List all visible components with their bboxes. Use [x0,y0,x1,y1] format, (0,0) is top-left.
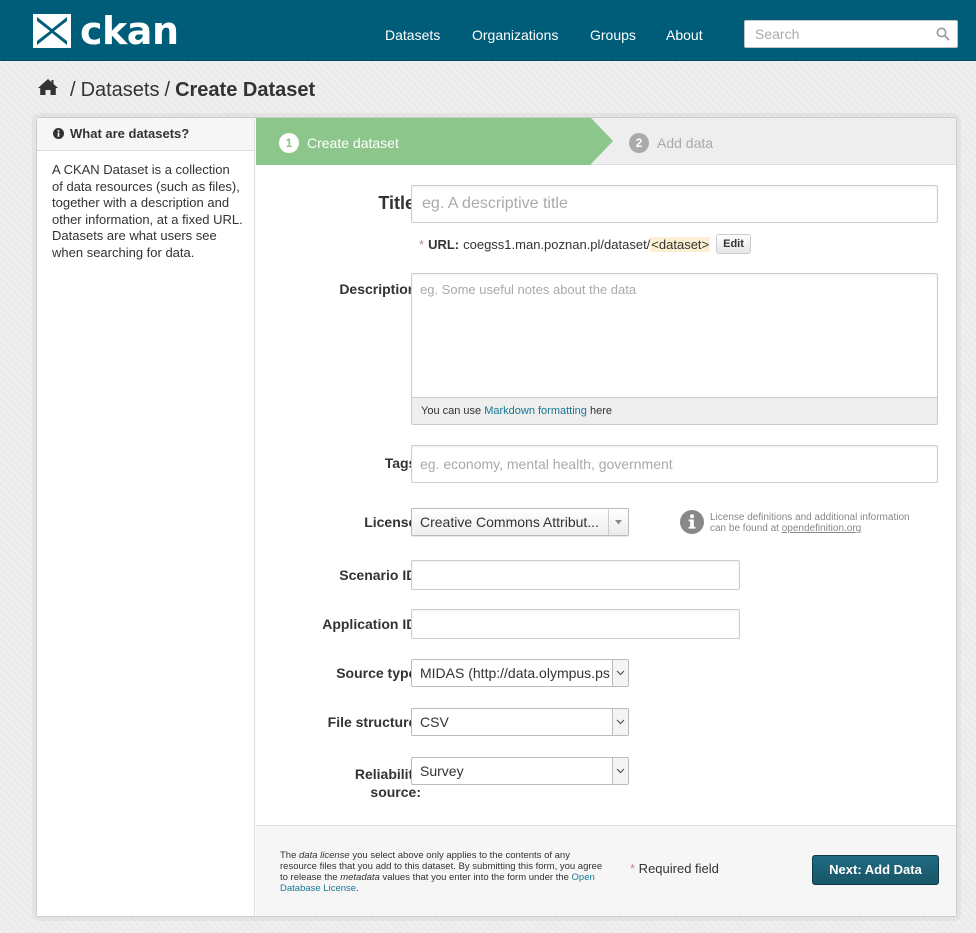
reliability-source-selected: Survey [420,763,464,779]
home-icon[interactable] [37,78,59,102]
sidebar-heading: What are datasets? [37,118,254,151]
source-type-select[interactable]: MIDAS (http://data.olympus.ps [411,659,629,687]
breadcrumb-create-dataset[interactable]: Create Dataset [175,79,315,102]
search-box [744,20,958,48]
license-info-line2: can be found at [710,523,782,534]
legal-text: . [356,883,359,894]
tags-input[interactable] [411,445,938,483]
search-icon[interactable] [936,27,950,44]
markdown-note: You can use Markdown formatting here [411,398,938,425]
ckan-logo-text: ckan [80,9,179,53]
legal-em-metadata: metadata [340,872,380,883]
breadcrumb-separator: / [70,78,76,101]
reliability-source-select[interactable]: Survey [411,757,629,785]
source-type-label: Source type: [336,665,421,681]
breadcrumb-separator: / [164,78,171,101]
url-label: URL: [428,236,460,252]
legal-notice: The data license you select above only a… [280,850,605,894]
stage-create-dataset: 1 Create dataset [256,118,591,165]
legal-em-data-license: data license [299,850,350,861]
content-wrapper: What are datasets? A CKAN Dataset is a c… [36,117,957,917]
next-add-data-button[interactable]: Next: Add Data [812,855,939,885]
markdown-link[interactable]: Markdown formatting [484,405,587,417]
info-circle-icon [53,127,64,142]
ckan-logo-icon [33,14,71,48]
file-structure-selected: CSV [420,714,449,730]
info-circle-icon [680,510,704,534]
chevron-down-icon [612,758,628,784]
required-field-note: * Required field [630,861,719,876]
source-type-selected: MIDAS (http://data.olympus.ps [420,665,610,681]
ckan-logo[interactable]: ckan [33,9,179,53]
markdown-note-text-after: here [586,405,612,417]
stage-number: 2 [629,133,649,153]
dataset-form: 1 Create dataset 2 Add data Title: * URL… [256,118,956,916]
form-actions: The data license you select above only a… [256,825,956,916]
stage-number: 1 [279,133,299,153]
sidebar-heading-text: What are datasets? [70,126,190,141]
sidebar: What are datasets? A CKAN Dataset is a c… [37,118,255,916]
file-structure-label: File structure: [327,714,421,730]
search-input[interactable] [745,21,925,47]
stage-arrow [591,118,613,164]
masthead: ckan Datasets Organizations Groups About [0,0,976,61]
required-field-text: Required field [635,861,719,876]
nav-groups[interactable]: Groups [590,27,636,43]
breadcrumb: / Datasets / Create Dataset [37,78,315,102]
stage-label: Create dataset [307,135,399,151]
scenario-id-label: Scenario ID: [339,567,421,583]
required-star: * [419,236,425,252]
chevron-down-icon [612,709,628,735]
url-slug: <dataset> [650,236,711,252]
markdown-note-text: You can use [421,405,485,417]
reliability-label-line2: source: [370,784,421,800]
application-id-label: Application ID: [322,616,421,632]
url-preview: * URL: coegss1.man.poznan.pl/dataset/ <d… [419,234,751,254]
file-structure-select[interactable]: CSV [411,708,629,736]
scenario-id-input[interactable] [411,560,740,590]
license-select[interactable]: Creative Commons Attribut... [411,508,629,536]
nav-datasets[interactable]: Datasets [385,27,440,43]
stage-progress: 1 Create dataset 2 Add data [256,118,956,165]
url-prefix: coegss1.man.poznan.pl/dataset/ [463,236,651,252]
license-info-text: License definitions and additional infor… [710,512,910,534]
opendefinition-link[interactable]: opendefinition.org [782,523,862,534]
sidebar-description: A CKAN Dataset is a collection of data r… [52,162,243,260]
chevron-down-icon [612,660,628,686]
stage-label: Add data [657,135,714,151]
license-selected: Creative Commons Attribut... [420,514,599,530]
legal-text: values that you enter into the form unde… [379,872,572,883]
license-info: License definitions and additional infor… [680,510,910,534]
nav-about[interactable]: About [666,27,703,43]
legal-text: The [280,850,300,861]
description-label: Description: [339,281,421,297]
url-edit-button[interactable]: Edit [716,234,751,254]
title-input[interactable] [411,185,938,223]
application-id-input[interactable] [411,609,740,639]
nav-organizations[interactable]: Organizations [472,27,558,43]
license-info-line1: License definitions and additional infor… [710,512,910,523]
breadcrumb-datasets[interactable]: Datasets [81,79,160,102]
description-textarea[interactable] [411,273,938,398]
chevron-down-icon [608,509,628,535]
